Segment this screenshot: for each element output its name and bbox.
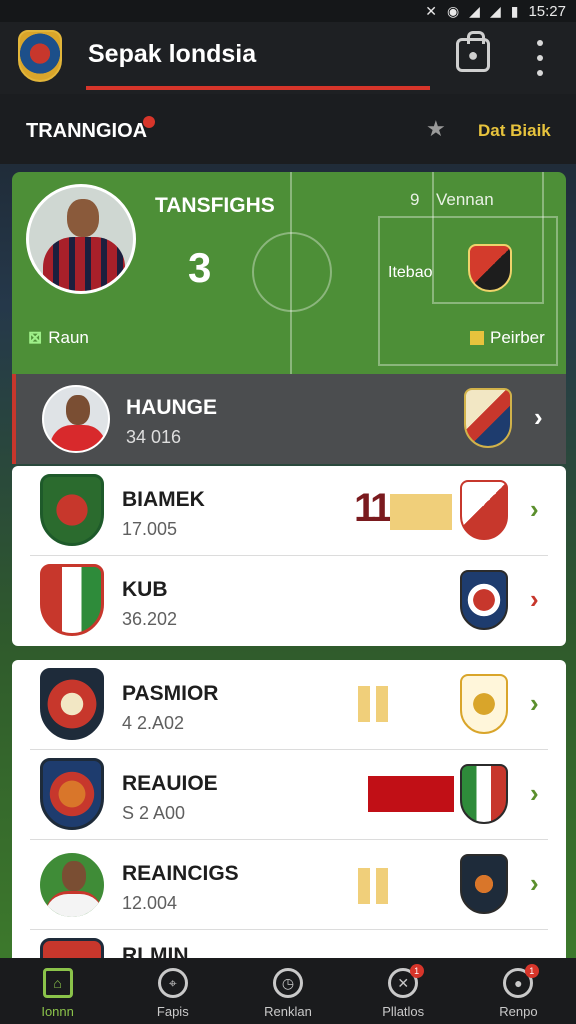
chevron-right-icon[interactable]: › — [530, 868, 539, 899]
stat-bar — [376, 868, 388, 904]
feature-action[interactable]: Peirber — [470, 328, 545, 348]
mute-icon: ✕ — [425, 2, 437, 19]
transfer-feature-card[interactable]: TANSFIGHS 3 ⊠ Raun 9 Vennan Itebao Peirbe… — [12, 172, 566, 374]
row-name: KUB — [122, 578, 168, 601]
list-item[interactable]: PASMIOR 4 2.A02 › — [12, 660, 566, 750]
signal-icon: ◢ — [489, 2, 501, 19]
feature-sub: Itebao — [388, 264, 433, 281]
club-badge-icon — [460, 674, 508, 734]
stat-label: 11 — [354, 486, 392, 530]
row-name: RLMIN — [122, 944, 189, 958]
row-value: S 2 A00 — [122, 803, 186, 823]
nav-renpo[interactable]: ● 1 Renpo — [461, 958, 576, 1024]
nav-home[interactable]: ⌂ Ionnn — [0, 958, 115, 1024]
location-icon: ⌖ — [157, 968, 188, 998]
signal-icon: ◢ — [469, 2, 480, 19]
chevron-right-icon[interactable]: › — [530, 688, 539, 719]
title-underline — [86, 86, 430, 90]
stat-bar — [358, 868, 370, 904]
star-icon[interactable]: ★ — [426, 116, 446, 142]
card-icon — [470, 331, 484, 345]
search-icon: ◷ — [273, 968, 303, 998]
row-name: REAINCIGS — [122, 862, 239, 885]
player-avatar[interactable] — [26, 184, 136, 294]
section-title: TRANNGIOA — [26, 120, 148, 142]
nav-label: Fapis — [156, 1004, 189, 1019]
club-crest-icon — [40, 758, 104, 830]
club-badge-icon — [460, 480, 508, 540]
row-value: 17.005 — [122, 519, 178, 539]
club-badge-icon — [460, 570, 508, 630]
feature-number: 9 — [410, 190, 420, 209]
list-item[interactable]: BIAMEK 17.005 11 › — [12, 466, 566, 556]
row-name: REAUIOE — [122, 772, 218, 795]
nav-label: Ionnn — [41, 1004, 74, 1019]
battery-icon: ▮ — [510, 2, 519, 19]
notification-dot — [143, 116, 155, 128]
chevron-right-icon[interactable]: › — [530, 778, 539, 809]
row-value: 12.004 — [122, 893, 178, 913]
list-item[interactable]: HAUNGE 34 016 › — [12, 374, 566, 464]
club-crest-icon — [40, 938, 104, 958]
player-avatar — [42, 385, 110, 453]
row-value: 4 2.A02 — [122, 713, 185, 733]
feature-link-label: Raun — [48, 328, 89, 347]
club-crest-icon — [40, 668, 104, 740]
list-item[interactable]: RLMIN — [12, 930, 566, 958]
nav-label: Renpo — [499, 1004, 538, 1019]
feature-label: TANSFIGHS — [155, 194, 275, 217]
row-name: PASMIOR — [122, 682, 219, 705]
list-item[interactable]: REAINCIGS 12.004 › — [12, 840, 566, 930]
club-badge-icon — [464, 388, 512, 448]
pitch-center-circle — [252, 232, 332, 312]
stat-bar — [358, 686, 370, 722]
status-time: 15:27 — [528, 2, 566, 20]
feature-action-label: Peirber — [490, 328, 545, 347]
section-action-link[interactable]: Dat Biaik — [478, 121, 551, 141]
bottom-navigation: ⌂ Ionnn ⌖ Fapis ◷ Renklan ✕ 1 Pllatlos ●… — [0, 958, 576, 1024]
club-crest-icon[interactable] — [18, 30, 62, 82]
club-crest-icon — [40, 564, 104, 636]
feature-name: Vennan — [436, 190, 494, 209]
home-icon: ⌂ — [42, 968, 73, 998]
wifi-icon: ◉ — [446, 2, 460, 19]
row-name: HAUNGE — [126, 396, 218, 419]
list-item[interactable]: REAUIOE S 2 A00 › — [12, 750, 566, 840]
row-value: 34 016 — [126, 427, 182, 447]
chevron-right-icon[interactable]: › — [530, 494, 539, 525]
bag-icon[interactable]: ● — [456, 31, 490, 72]
shirt-icon: ⊠ — [28, 328, 43, 347]
list-item[interactable]: KUB 36.202 › — [12, 556, 566, 646]
club-badge-icon — [460, 854, 508, 914]
notification-badge: 1 — [409, 964, 424, 978]
nav-label: Renklan — [264, 1004, 312, 1019]
club-badge-icon — [460, 764, 508, 824]
notification-badge: 1 — [524, 964, 539, 978]
app-bar: Sepak londsia ● — [0, 22, 576, 94]
stat-bar — [376, 686, 388, 722]
club-badge-icon — [468, 244, 512, 292]
chevron-right-icon[interactable]: › — [534, 402, 543, 433]
section-header: TRANNGIOA ★ Dat Biaik — [0, 94, 576, 164]
status-bar: ✕ ◉ ◢ ◢ ▮ 15:27 — [0, 0, 576, 22]
transfer-count: 3 — [188, 244, 212, 291]
more-vertical-icon[interactable] — [528, 40, 552, 76]
nav-pllatlos[interactable]: ✕ 1 Pllatlos — [346, 958, 461, 1024]
stat-bar — [368, 776, 454, 812]
club-crest-icon — [40, 474, 104, 546]
player-avatar — [38, 851, 106, 919]
nav-label: Pllatlos — [382, 1004, 425, 1019]
feature-link[interactable]: ⊠ Raun — [28, 328, 89, 348]
row-value: 36.202 — [122, 609, 178, 629]
app-title: Sepak londsia — [88, 40, 257, 68]
row-name: BIAMEK — [122, 488, 205, 511]
nav-fapis[interactable]: ⌖ Fapis — [115, 958, 230, 1024]
nav-renklan[interactable]: ◷ Renklan — [230, 958, 345, 1024]
stat-bar — [390, 494, 452, 530]
chevron-right-icon[interactable]: › — [530, 584, 539, 615]
